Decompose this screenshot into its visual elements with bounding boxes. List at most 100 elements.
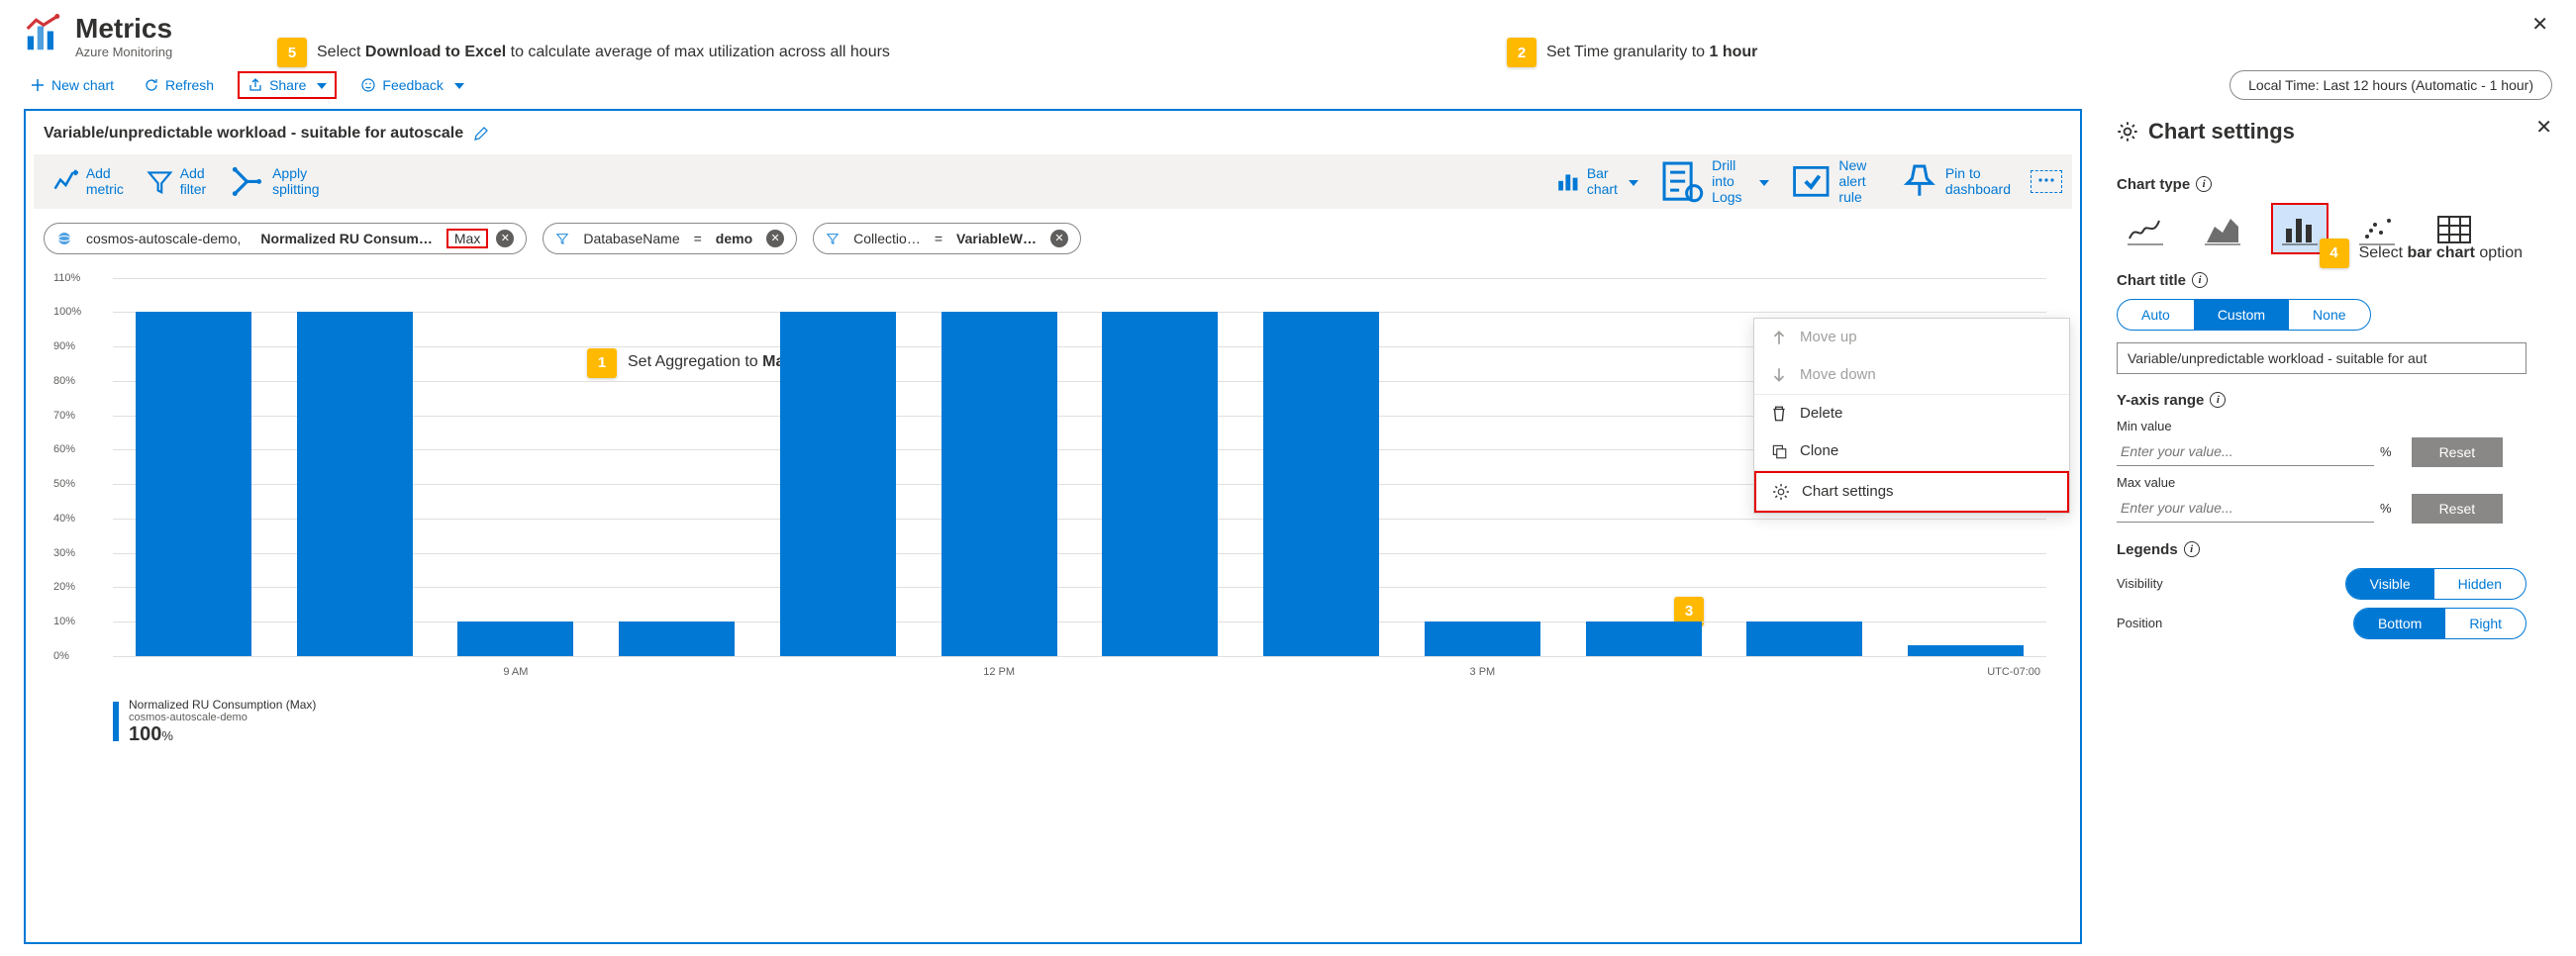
title-none-option[interactable]: None xyxy=(2289,300,2369,330)
x-tick-label xyxy=(1080,666,1241,678)
y-tick-label: 80% xyxy=(53,375,75,387)
filter-pill-database[interactable]: DatabaseName = demo ✕ xyxy=(543,223,797,254)
x-tick-label xyxy=(596,666,757,678)
close-settings-icon[interactable]: ✕ xyxy=(2535,115,2552,140)
legend-hidden-option[interactable]: Hidden xyxy=(2434,569,2526,599)
legend-right-option[interactable]: Right xyxy=(2445,609,2526,638)
cosmos-icon xyxy=(56,231,72,246)
add-filter-button[interactable]: Add filter xyxy=(146,165,206,197)
chart-bar[interactable] xyxy=(1102,312,1218,655)
filter-icon xyxy=(555,232,569,245)
bar-slot xyxy=(274,278,436,656)
ctx-delete[interactable]: Delete xyxy=(1754,395,2069,432)
chart-bar[interactable] xyxy=(941,312,1057,655)
chart-bar[interactable] xyxy=(1746,621,1862,656)
remove-filter-icon[interactable]: ✕ xyxy=(1050,230,1068,247)
title-auto-option[interactable]: Auto xyxy=(2118,300,2194,330)
metric-pills-row: cosmos-autoscale-demo, Normalized RU Con… xyxy=(26,209,2080,268)
close-icon[interactable]: ✕ xyxy=(2531,12,2548,37)
y-tick-label: 30% xyxy=(53,547,75,559)
refresh-button[interactable]: Refresh xyxy=(138,73,220,97)
pin-to-dashboard-button[interactable]: Pin to dashboard xyxy=(1900,161,2011,201)
context-menu: Move up Move down Delete Clone xyxy=(1753,318,2070,514)
x-tick-label: 3 PM xyxy=(1402,666,1563,678)
aggregation-value: Max xyxy=(446,229,488,248)
y-tick-label: 20% xyxy=(53,581,75,593)
edit-icon[interactable] xyxy=(473,126,489,142)
chart-bar[interactable] xyxy=(297,312,413,655)
chevron-down-icon xyxy=(312,77,327,93)
apply-splitting-button[interactable]: Apply splitting xyxy=(228,162,319,201)
chart-bar[interactable] xyxy=(136,312,251,655)
chart-card: Variable/unpredictable workload - suitab… xyxy=(24,109,2082,944)
callout-5: 5 Select Download to Excel to calculate … xyxy=(277,38,890,67)
bar-slot xyxy=(436,278,597,656)
chevron-down-icon xyxy=(1624,173,1638,189)
chart-bar[interactable] xyxy=(1263,312,1379,655)
callout-badge-2: 2 xyxy=(1507,38,1536,67)
title-custom-option[interactable]: Custom xyxy=(2194,300,2289,330)
chevron-down-icon xyxy=(449,77,464,93)
y-tick-label: 110% xyxy=(53,272,80,284)
info-icon[interactable]: i xyxy=(2196,176,2212,192)
chart-bar[interactable] xyxy=(780,312,896,655)
y-tick-label: 90% xyxy=(53,340,75,352)
ctx-chart-settings[interactable]: Chart settings xyxy=(1754,471,2069,513)
chart-bar[interactable] xyxy=(1586,621,1702,656)
legend-visible-option[interactable]: Visible xyxy=(2346,569,2434,599)
x-tick-label xyxy=(757,666,919,678)
chart-legend: Normalized RU Consumption (Max) cosmos-a… xyxy=(53,694,2058,746)
info-icon[interactable]: i xyxy=(2192,272,2208,288)
x-tick-label: 9 AM xyxy=(436,666,597,678)
timezone-label: UTC-07:00 xyxy=(1987,666,2040,678)
drill-into-logs-button[interactable]: Drill into Logs xyxy=(1658,157,1769,205)
share-button[interactable]: Share xyxy=(238,71,337,99)
new-alert-rule-button[interactable]: New alert rule xyxy=(1789,157,1880,205)
more-options-button[interactable] xyxy=(2031,170,2062,193)
ctx-move-up: Move up xyxy=(1754,319,2069,356)
bar-slot xyxy=(1402,278,1563,656)
remove-metric-icon[interactable]: ✕ xyxy=(496,230,514,247)
chart-bar[interactable] xyxy=(457,621,573,656)
bar-slot xyxy=(1240,278,1402,656)
new-chart-button[interactable]: New chart xyxy=(24,73,120,97)
x-tick-label: 12 PM xyxy=(919,666,1080,678)
chart-settings-panel: Chart settings ✕ 4 Select bar chart opti… xyxy=(2082,109,2552,944)
y-min-input[interactable] xyxy=(2117,437,2374,466)
x-tick-label xyxy=(274,666,436,678)
x-tick-label xyxy=(113,666,274,678)
remove-filter-icon[interactable]: ✕ xyxy=(766,230,784,247)
filter-pill-collection[interactable]: Collectio… = VariableW… ✕ xyxy=(813,223,1081,254)
chart-title: Variable/unpredictable workload - suitab… xyxy=(44,125,463,143)
callout-badge-4: 4 xyxy=(2320,239,2349,268)
x-tick-label xyxy=(1725,666,1886,678)
legend-bottom-option[interactable]: Bottom xyxy=(2354,609,2445,638)
reset-min-button[interactable]: Reset xyxy=(2412,437,2504,467)
chart-bar[interactable] xyxy=(1425,621,1540,656)
info-icon[interactable]: i xyxy=(2210,392,2226,408)
title-mode-selector: Auto Custom None xyxy=(2117,299,2371,331)
add-metric-button[interactable]: Add metric xyxy=(51,165,124,197)
feedback-button[interactable]: Feedback xyxy=(354,73,469,97)
chart-type-line[interactable] xyxy=(2117,203,2174,254)
bar-slot xyxy=(113,278,274,656)
reset-max-button[interactable]: Reset xyxy=(2412,494,2504,524)
metric-pill[interactable]: cosmos-autoscale-demo, Normalized RU Con… xyxy=(44,223,527,254)
y-max-input[interactable] xyxy=(2117,494,2374,523)
gear-icon xyxy=(2117,121,2138,143)
y-tick-label: 70% xyxy=(53,410,75,422)
ctx-clone[interactable]: Clone xyxy=(1754,432,2069,470)
chart-type-dropdown[interactable]: Bar chart xyxy=(1555,165,1638,197)
ctx-move-down: Move down xyxy=(1754,356,2069,394)
filter-icon xyxy=(826,232,840,245)
chart-title-input[interactable] xyxy=(2117,342,2526,374)
y-tick-label: 50% xyxy=(53,478,75,490)
time-range-button[interactable]: Local Time: Last 12 hours (Automatic - 1… xyxy=(2229,70,2552,100)
bar-slot xyxy=(1080,278,1241,656)
page-title: Metrics xyxy=(75,14,172,45)
chart-bar[interactable] xyxy=(1908,645,2024,655)
chart-type-area[interactable] xyxy=(2194,203,2251,254)
chart-bar[interactable] xyxy=(619,621,735,656)
command-bar: New chart Refresh Share Feedback Local T… xyxy=(0,65,2576,109)
info-icon[interactable]: i xyxy=(2184,541,2200,557)
